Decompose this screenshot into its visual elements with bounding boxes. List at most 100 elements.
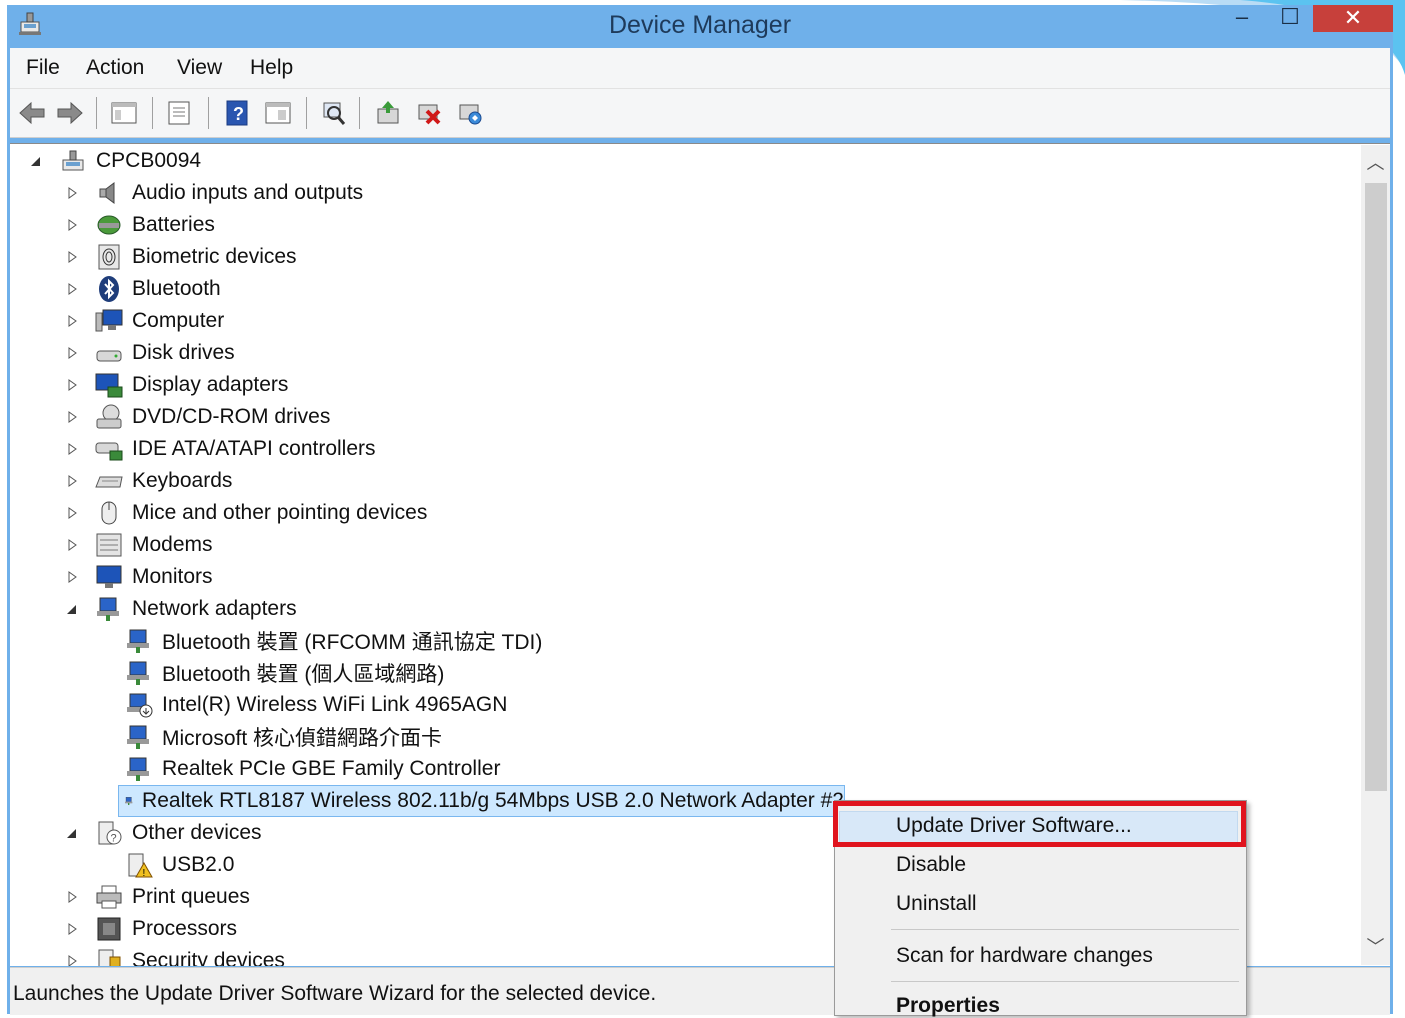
expand-arrow-icon[interactable] xyxy=(64,921,80,937)
tree-item-label: Disk drives xyxy=(132,341,235,364)
enable-device-icon[interactable] xyxy=(456,99,484,127)
tree-item-label: DVD/CD-ROM drives xyxy=(132,405,331,428)
tree-root-label: CPCB0094 xyxy=(96,149,202,172)
tree-item-label: Computer xyxy=(132,309,225,332)
expand-arrow-icon[interactable] xyxy=(64,281,80,297)
menu-item-disable[interactable]: Disable xyxy=(896,853,966,877)
tree-item-other-devices[interactable]: ? Other devices xyxy=(64,818,262,848)
tree-item-label: Other devices xyxy=(132,821,262,844)
network-device-row[interactable]: Bluetooth 裝置 (RFCOMM 通訊協定 TDI) xyxy=(124,626,542,656)
tree-item-label: Monitors xyxy=(132,565,213,588)
tree-item-label: Processors xyxy=(132,917,238,940)
tree-item-disk-drives[interactable]: Disk drives xyxy=(64,338,235,368)
tree-item-label: Audio inputs and outputs xyxy=(132,181,364,204)
network-device-row[interactable]: Microsoft 核心偵錯網路介面卡 xyxy=(124,722,442,752)
tree-item-network-adapters[interactable]: Network adapters xyxy=(64,594,297,624)
show-hide-console-tree-icon[interactable] xyxy=(110,99,138,127)
tree-item-processors[interactable]: Processors xyxy=(64,914,237,944)
processor-icon xyxy=(97,917,121,941)
menu-view[interactable]: View xyxy=(177,56,222,80)
ide-controller-icon xyxy=(95,442,123,461)
properties-icon[interactable] xyxy=(165,99,193,127)
tree-item-audio[interactable]: Audio inputs and outputs xyxy=(64,178,363,208)
maximize-button[interactable]: ☐ xyxy=(1275,5,1305,32)
uninstall-device-icon[interactable] xyxy=(415,99,443,127)
collapse-arrow-icon[interactable] xyxy=(64,601,80,617)
tree-root[interactable]: CPCB0094 xyxy=(28,146,201,176)
scroll-down-icon[interactable]: ﹀ xyxy=(1361,933,1390,961)
tree-item-monitors[interactable]: Monitors xyxy=(64,562,213,592)
minimize-button[interactable]: – xyxy=(1227,5,1257,32)
tree-item-keyboards[interactable]: Keyboards xyxy=(64,466,232,496)
expand-arrow-icon[interactable] xyxy=(64,377,80,393)
menu-separator xyxy=(891,929,1239,930)
tree-item-mice[interactable]: Mice and other pointing devices xyxy=(64,498,427,528)
close-button[interactable]: ✕ xyxy=(1313,5,1393,32)
scroll-up-icon[interactable]: ︿ xyxy=(1361,149,1390,177)
scroll-thumb[interactable] xyxy=(1365,183,1387,791)
expand-arrow-icon[interactable] xyxy=(64,953,80,966)
tree-item-label: Mice and other pointing devices xyxy=(132,501,428,524)
bluetooth-icon xyxy=(99,276,119,302)
tree-item-bluetooth[interactable]: Bluetooth xyxy=(64,274,221,304)
expand-arrow-icon[interactable] xyxy=(64,889,80,905)
dvd-icon xyxy=(96,404,122,429)
tree-item-computer[interactable]: Computer xyxy=(64,306,224,336)
menu-item-scan-hardware[interactable]: Scan for hardware changes xyxy=(896,944,1153,968)
expand-arrow-icon[interactable] xyxy=(64,313,80,329)
tree-item-label: Security devices xyxy=(132,949,285,966)
network-device-row-selected[interactable]: Realtek RTL8187 Wireless 802.11b/g 54Mbp… xyxy=(118,785,845,817)
tree-item-display-adapters[interactable]: Display adapters xyxy=(64,370,288,400)
tree-item-security-devices[interactable]: Security devices xyxy=(64,946,285,966)
expand-arrow-icon[interactable] xyxy=(64,537,80,553)
tree-item-biometric[interactable]: Biometric devices xyxy=(64,242,297,272)
collapse-arrow-icon[interactable] xyxy=(28,153,44,169)
tree-item-print-queues[interactable]: Print queues xyxy=(64,882,250,912)
highlight-annotation-box xyxy=(833,801,1246,847)
network-device-row[interactable]: Bluetooth 裝置 (個人區域網路) xyxy=(124,658,444,688)
expand-arrow-icon[interactable] xyxy=(64,569,80,585)
expand-arrow-icon[interactable] xyxy=(64,505,80,521)
network-card-icon xyxy=(127,661,149,685)
tree-item-label: Keyboards xyxy=(132,469,233,492)
forward-arrow-icon[interactable] xyxy=(56,99,84,127)
menu-item-uninstall[interactable]: Uninstall xyxy=(896,892,977,916)
menu-action[interactable]: Action xyxy=(86,56,144,80)
expand-arrow-icon[interactable] xyxy=(64,473,80,489)
update-driver-icon[interactable] xyxy=(374,99,402,127)
network-device-label: Bluetooth 裝置 (個人區域網路) xyxy=(162,663,445,686)
expand-arrow-icon[interactable] xyxy=(64,185,80,201)
tree-item-label: Network adapters xyxy=(132,597,297,620)
tree-item-dvd[interactable]: DVD/CD-ROM drives xyxy=(64,402,330,432)
tree-item-label: Display adapters xyxy=(132,373,289,396)
tree-item-batteries[interactable]: Batteries xyxy=(64,210,215,240)
network-device-row[interactable]: Realtek PCIe GBE Family Controller xyxy=(124,754,500,784)
expand-arrow-icon[interactable] xyxy=(64,249,80,265)
tree-item-modems[interactable]: Modems xyxy=(64,530,213,560)
expand-arrow-icon[interactable] xyxy=(64,345,80,361)
network-device-row[interactable]: Intel(R) Wireless WiFi Link 4965AGN xyxy=(124,690,507,720)
collapse-arrow-icon[interactable] xyxy=(64,825,80,841)
menu-item-properties[interactable]: Properties xyxy=(896,994,1000,1018)
vertical-scrollbar[interactable]: ︿ ﹀ xyxy=(1361,145,1390,965)
menu-help[interactable]: Help xyxy=(250,56,293,80)
network-device-label: Bluetooth 裝置 (RFCOMM 通訊協定 TDI) xyxy=(162,631,543,654)
menu-file[interactable]: File xyxy=(26,56,60,80)
show-hidden-icon[interactable] xyxy=(264,99,292,127)
tree-item-ide[interactable]: IDE ATA/ATAPI controllers xyxy=(64,434,376,464)
tree-item-label: Modems xyxy=(132,533,213,556)
expand-arrow-icon[interactable] xyxy=(64,409,80,425)
title-bar[interactable]: Device Manager – ☐ ✕ xyxy=(7,5,1393,48)
mouse-icon xyxy=(101,501,117,525)
back-arrow-icon[interactable] xyxy=(18,99,46,127)
help-icon[interactable]: ? xyxy=(223,99,251,127)
network-card-icon xyxy=(127,629,149,653)
other-device-label: USB2.0 xyxy=(162,853,235,876)
expand-arrow-icon[interactable] xyxy=(64,441,80,457)
expand-arrow-icon[interactable] xyxy=(64,217,80,233)
other-device-row[interactable]: ! USB2.0 xyxy=(124,850,234,880)
scan-hardware-icon[interactable] xyxy=(318,99,346,127)
tree-item-label: Batteries xyxy=(132,213,215,236)
warning-device-icon: ! xyxy=(128,853,153,879)
tree-item-label: Bluetooth xyxy=(132,277,221,300)
